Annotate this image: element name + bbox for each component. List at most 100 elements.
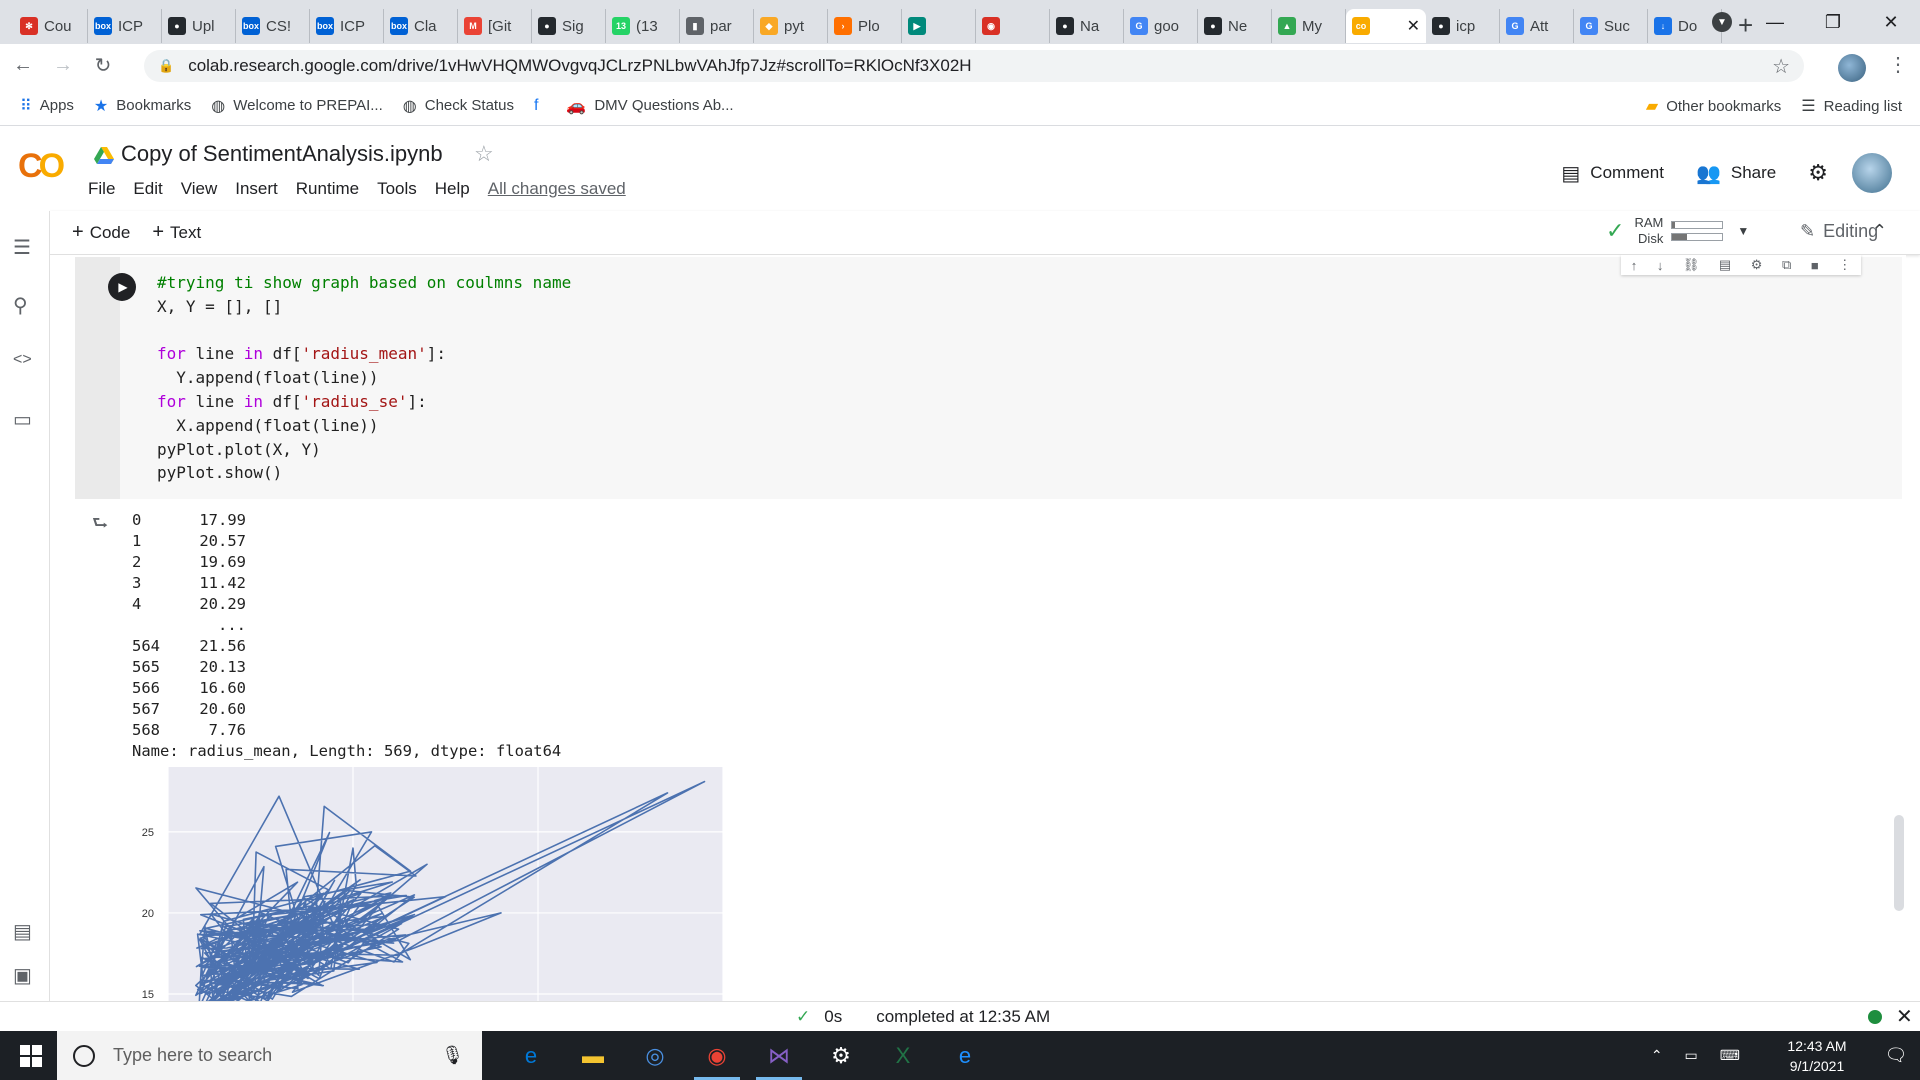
menu-insert[interactable]: Insert: [235, 179, 278, 199]
share-button[interactable]: 👥 Share: [1696, 161, 1776, 186]
microphone-icon[interactable]: 🎙: [441, 1045, 464, 1066]
cell-settings-icon[interactable]: ⚙: [1751, 257, 1763, 273]
code-snippets-icon[interactable]: <>: [13, 351, 32, 369]
tray-chevron-icon[interactable]: ⌃: [1651, 1047, 1663, 1064]
visual-studio-icon[interactable]: ⋈: [748, 1031, 810, 1080]
execution-status[interactable]: ✓ 0s completed at 12:35 AM: [796, 1007, 1050, 1027]
bookmark-item[interactable]: ◍ Welcome to PREPAI...: [211, 96, 382, 116]
menu-edit[interactable]: Edit: [133, 179, 162, 199]
command-palette-icon[interactable]: ▤: [13, 919, 32, 944]
code-editor[interactable]: #trying ti show graph based on coulmns n…: [157, 271, 571, 485]
browser-tab[interactable]: M [Git: [458, 9, 532, 43]
notebook-title[interactable]: Copy of SentimentAnalysis.ipynb: [121, 141, 443, 167]
minimize-icon[interactable]: —: [1746, 12, 1804, 33]
chrome-alt-icon[interactable]: ◎: [624, 1031, 686, 1080]
browser-tab[interactable]: ↓ Do: [1648, 9, 1722, 43]
editing-mode-button[interactable]: ✎ Editing: [1800, 221, 1878, 242]
notifications-icon[interactable]: 🗨: [1872, 1045, 1920, 1066]
ie-icon[interactable]: e: [934, 1031, 996, 1080]
menu-view[interactable]: View: [181, 179, 218, 199]
browser-tab[interactable]: ✻ Cou: [14, 9, 88, 43]
browser-tab[interactable]: box Cla: [384, 9, 458, 43]
browser-tab[interactable]: ● Ne: [1198, 9, 1272, 43]
browser-tab[interactable]: box CS!: [236, 9, 310, 43]
user-avatar[interactable]: [1852, 153, 1892, 193]
battery-icon[interactable]: ▭: [1685, 1047, 1698, 1064]
edge-icon[interactable]: e: [500, 1031, 562, 1080]
settings-icon[interactable]: ⚙: [810, 1031, 872, 1080]
taskbar-search-input[interactable]: Type here to search 🎙: [57, 1031, 482, 1080]
mirror-cell-icon[interactable]: ⧉: [1782, 257, 1791, 273]
terminal-icon[interactable]: ▣: [13, 963, 32, 988]
comment-cell-icon[interactable]: ▤: [1719, 257, 1731, 273]
save-status-link[interactable]: All changes saved: [488, 179, 626, 199]
run-cell-icon[interactable]: ▶: [108, 273, 136, 301]
reload-icon[interactable]: ↻: [86, 53, 120, 78]
settings-gear-icon[interactable]: ⚙: [1808, 160, 1828, 186]
files-folder-icon[interactable]: ▭: [13, 407, 32, 432]
browser-tab[interactable]: 13 (13: [606, 9, 680, 43]
menu-file[interactable]: File: [88, 179, 115, 199]
delete-cell-icon[interactable]: ■: [1811, 258, 1819, 273]
menu-help[interactable]: Help: [435, 179, 470, 199]
browser-tab[interactable]: ◆ pyt: [754, 9, 828, 43]
star-notebook-icon[interactable]: ☆: [474, 141, 494, 167]
output-clear-icon[interactable]: ⮑: [92, 511, 108, 541]
browser-menu-icon[interactable]: ⋮: [1888, 52, 1908, 77]
colab-logo[interactable]: CO: [18, 147, 65, 186]
browser-tab[interactable]: Ggoo: [1124, 9, 1198, 43]
browser-tab[interactable]: ▶: [902, 9, 976, 43]
back-icon[interactable]: ←: [6, 54, 40, 77]
forward-icon[interactable]: →: [46, 54, 80, 77]
browser-tab[interactable]: ▮ par: [680, 9, 754, 43]
browser-tab[interactable]: ● Upl: [162, 9, 236, 43]
table-of-contents-icon[interactable]: ☰: [13, 235, 31, 260]
browser-tab[interactable]: ▲ My: [1272, 9, 1346, 43]
resources-dropdown-icon[interactable]: ▼: [1737, 224, 1749, 238]
tab-search-icon[interactable]: ▼: [1712, 12, 1732, 32]
chrome-icon[interactable]: ◉: [686, 1031, 748, 1080]
link-icon[interactable]: ⛓: [1683, 257, 1700, 273]
other-bookmarks-button[interactable]: ▰ Other bookmarks: [1646, 96, 1781, 116]
browser-tab[interactable]: G Att: [1500, 9, 1574, 43]
vertical-scrollbar[interactable]: [1894, 815, 1904, 911]
url-input[interactable]: 🔒 colab.research.google.com/drive/1vHwVH…: [144, 50, 1804, 82]
bookmark-item[interactable]: ★ Bookmarks: [94, 96, 191, 116]
close-status-icon[interactable]: ✕: [1896, 1004, 1913, 1029]
clock[interactable]: 12:43 AM 9/1/2021: [1762, 1036, 1872, 1076]
move-up-icon[interactable]: ↑: [1631, 258, 1638, 273]
bookmark-item[interactable]: 🚗 DMV Questions Ab...: [566, 96, 733, 116]
move-down-icon[interactable]: ↓: [1657, 258, 1664, 273]
collapse-header-icon[interactable]: ⌃: [1872, 221, 1887, 242]
browser-tab[interactable]: ● Sig: [532, 9, 606, 43]
browser-tab[interactable]: G Suc: [1574, 9, 1648, 43]
browser-tab[interactable]: ● icp: [1426, 9, 1500, 43]
more-options-icon[interactable]: ⋮: [1838, 257, 1851, 273]
add-code-button[interactable]: + Code: [72, 221, 130, 244]
browser-tab[interactable]: box ICP: [88, 9, 162, 43]
close-tab-icon[interactable]: ✕: [1407, 16, 1420, 36]
browser-tab[interactable]: › Plo: [828, 9, 902, 43]
profile-avatar[interactable]: [1838, 54, 1866, 82]
close-window-icon[interactable]: ✕: [1862, 12, 1920, 33]
keyboard-icon[interactable]: ⌨: [1720, 1047, 1740, 1064]
resources-indicator[interactable]: ✓ RAM Disk ▼: [1606, 215, 1749, 247]
excel-icon[interactable]: X: [872, 1031, 934, 1080]
bookmark-star-icon[interactable]: ☆: [1772, 54, 1790, 79]
browser-tab[interactable]: co ✕: [1346, 9, 1426, 43]
browser-tab[interactable]: ● Na: [1050, 9, 1124, 43]
add-text-button[interactable]: + Text: [152, 221, 201, 244]
windows-start-icon[interactable]: [20, 1045, 42, 1067]
browser-tab[interactable]: box ICP: [310, 9, 384, 43]
file-explorer-icon[interactable]: ▬: [562, 1031, 624, 1080]
menu-runtime[interactable]: Runtime: [296, 179, 359, 199]
restore-icon[interactable]: ❐: [1804, 12, 1862, 33]
comment-button[interactable]: ▤ Comment: [1561, 161, 1664, 186]
search-icon[interactable]: ⚲: [13, 293, 28, 318]
code-cell[interactable]: ▶ #trying ti show graph based on coulmns…: [75, 257, 1902, 499]
bookmark-item[interactable]: ◍ Check Status: [403, 96, 514, 116]
bookmark-item[interactable]: f: [534, 97, 546, 115]
browser-tab[interactable]: ◉: [976, 9, 1050, 43]
menu-tools[interactable]: Tools: [377, 179, 417, 199]
reading-list-button[interactable]: ☰ Reading list: [1801, 96, 1902, 116]
